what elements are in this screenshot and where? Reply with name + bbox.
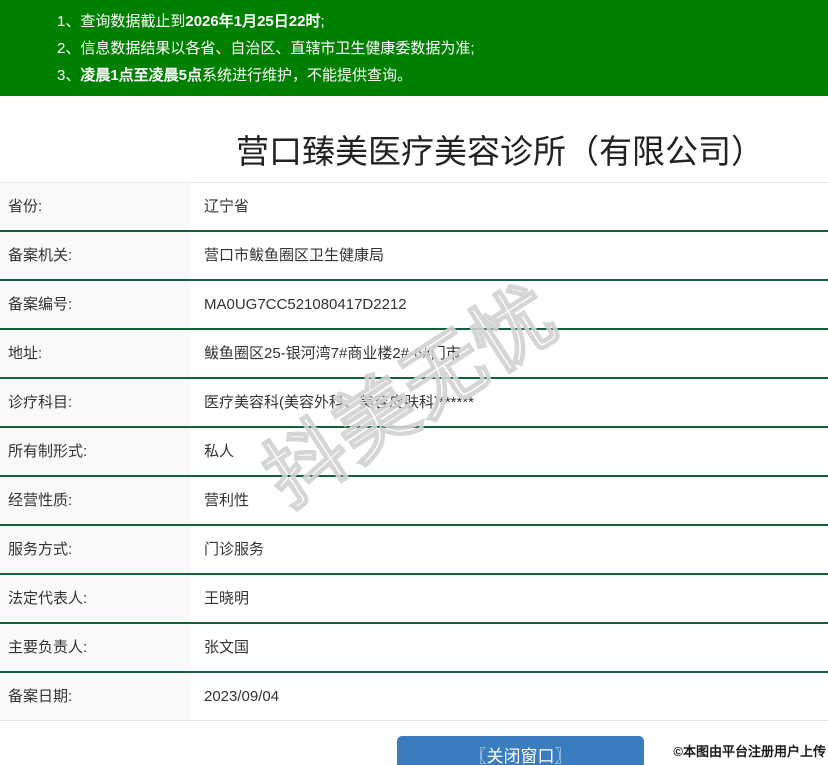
row-label: 地址: (0, 330, 190, 377)
row-value: 医疗美容科(美容外科、美容皮肤科)****** (204, 394, 475, 411)
table-row-principal-person: 主要负责人: 张文国 (0, 624, 828, 673)
row-label: 主要负责人: (0, 624, 190, 671)
notice-2-text: 信息数据结果以各省、自治区、直辖市卫生健康委数据为准; (80, 40, 475, 57)
table-row-address: 地址: 鲅鱼圈区25-银河湾7#商业楼2#-6#门市 (0, 330, 828, 379)
notice-1-num: 1、 (57, 13, 81, 30)
row-value: 门诊服务 (204, 541, 265, 558)
copyright-note: ©本图由平台注册用户上传 (673, 744, 826, 759)
row-value: 辽宁省 (204, 198, 250, 215)
notice-line-3: 3、凌晨1点至凌晨5点系统进行维护，不能提供查询。 (57, 62, 808, 89)
table-row-ownership-form: 所有制形式: 私人 (0, 428, 828, 477)
detail-table: 省份: 辽宁省 备案机关: 营口市鲅鱼圈区卫生健康局 备案编号: MA0UG7C… (0, 182, 828, 721)
notice-3-maintenance-window: 凌晨1点至凌晨5点 (80, 67, 203, 84)
notice-line-2: 2、信息数据结果以各省、自治区、直辖市卫生健康委数据为准; (57, 35, 808, 62)
row-label: 所有制形式: (0, 428, 190, 475)
row-label: 经营性质: (0, 477, 190, 524)
table-row-business-nature: 经营性质: 营利性 (0, 477, 828, 526)
notice-1-post: ; (320, 13, 325, 30)
row-label: 服务方式: (0, 526, 190, 573)
row-value: 营口市鲅鱼圈区卫生健康局 (204, 247, 385, 264)
row-value: 张文国 (204, 639, 250, 656)
row-value: 2023/09/04 (204, 688, 280, 705)
notice-3-num: 3、 (57, 67, 81, 84)
row-value: MA0UG7CC521080417D2212 (204, 296, 407, 313)
table-row-province: 省份: 辽宁省 (0, 183, 828, 232)
notice-1-deadline: 2026年1月25日22时 (185, 13, 321, 30)
notice-2-num: 2、 (57, 40, 81, 57)
row-label: 法定代表人: (0, 575, 190, 622)
row-label: 备案机关: (0, 232, 190, 279)
notice-3-post: 系统进行维护，不能提供查询。 (202, 67, 413, 84)
page-title: 营口臻美医疗美容诊所（有限公司） (236, 133, 764, 170)
table-row-service-mode: 服务方式: 门诊服务 (0, 526, 828, 575)
table-row-legal-representative: 法定代表人: 王晓明 (0, 575, 828, 624)
table-row-filing-number: 备案编号: MA0UG7CC521080417D2212 (0, 281, 828, 330)
table-row-filing-date: 备案日期: 2023/09/04 (0, 673, 828, 721)
notice-line-1: 1、查询数据截止到2026年1月25日22时; (57, 8, 808, 35)
row-label: 备案编号: (0, 281, 190, 328)
notice-1-pre: 查询数据截止到 (80, 13, 186, 30)
row-label: 省份: (0, 183, 190, 230)
notice-bar: 1、查询数据截止到2026年1月25日22时; 2、信息数据结果以各省、自治区、… (0, 0, 828, 96)
row-value: 鲅鱼圈区25-银河湾7#商业楼2#-6#门市 (204, 345, 461, 362)
row-value: 营利性 (204, 492, 250, 509)
row-label: 诊疗科目: (0, 379, 190, 426)
row-label: 备案日期: (0, 673, 190, 720)
close-window-button[interactable]: 〖关闭窗口〗 (397, 736, 644, 765)
table-row-medical-subjects: 诊疗科目: 医疗美容科(美容外科、美容皮肤科)****** (0, 379, 828, 428)
table-row-filing-authority: 备案机关: 营口市鲅鱼圈区卫生健康局 (0, 232, 828, 281)
row-value: 私人 (204, 443, 235, 460)
row-value: 王晓明 (204, 590, 250, 607)
